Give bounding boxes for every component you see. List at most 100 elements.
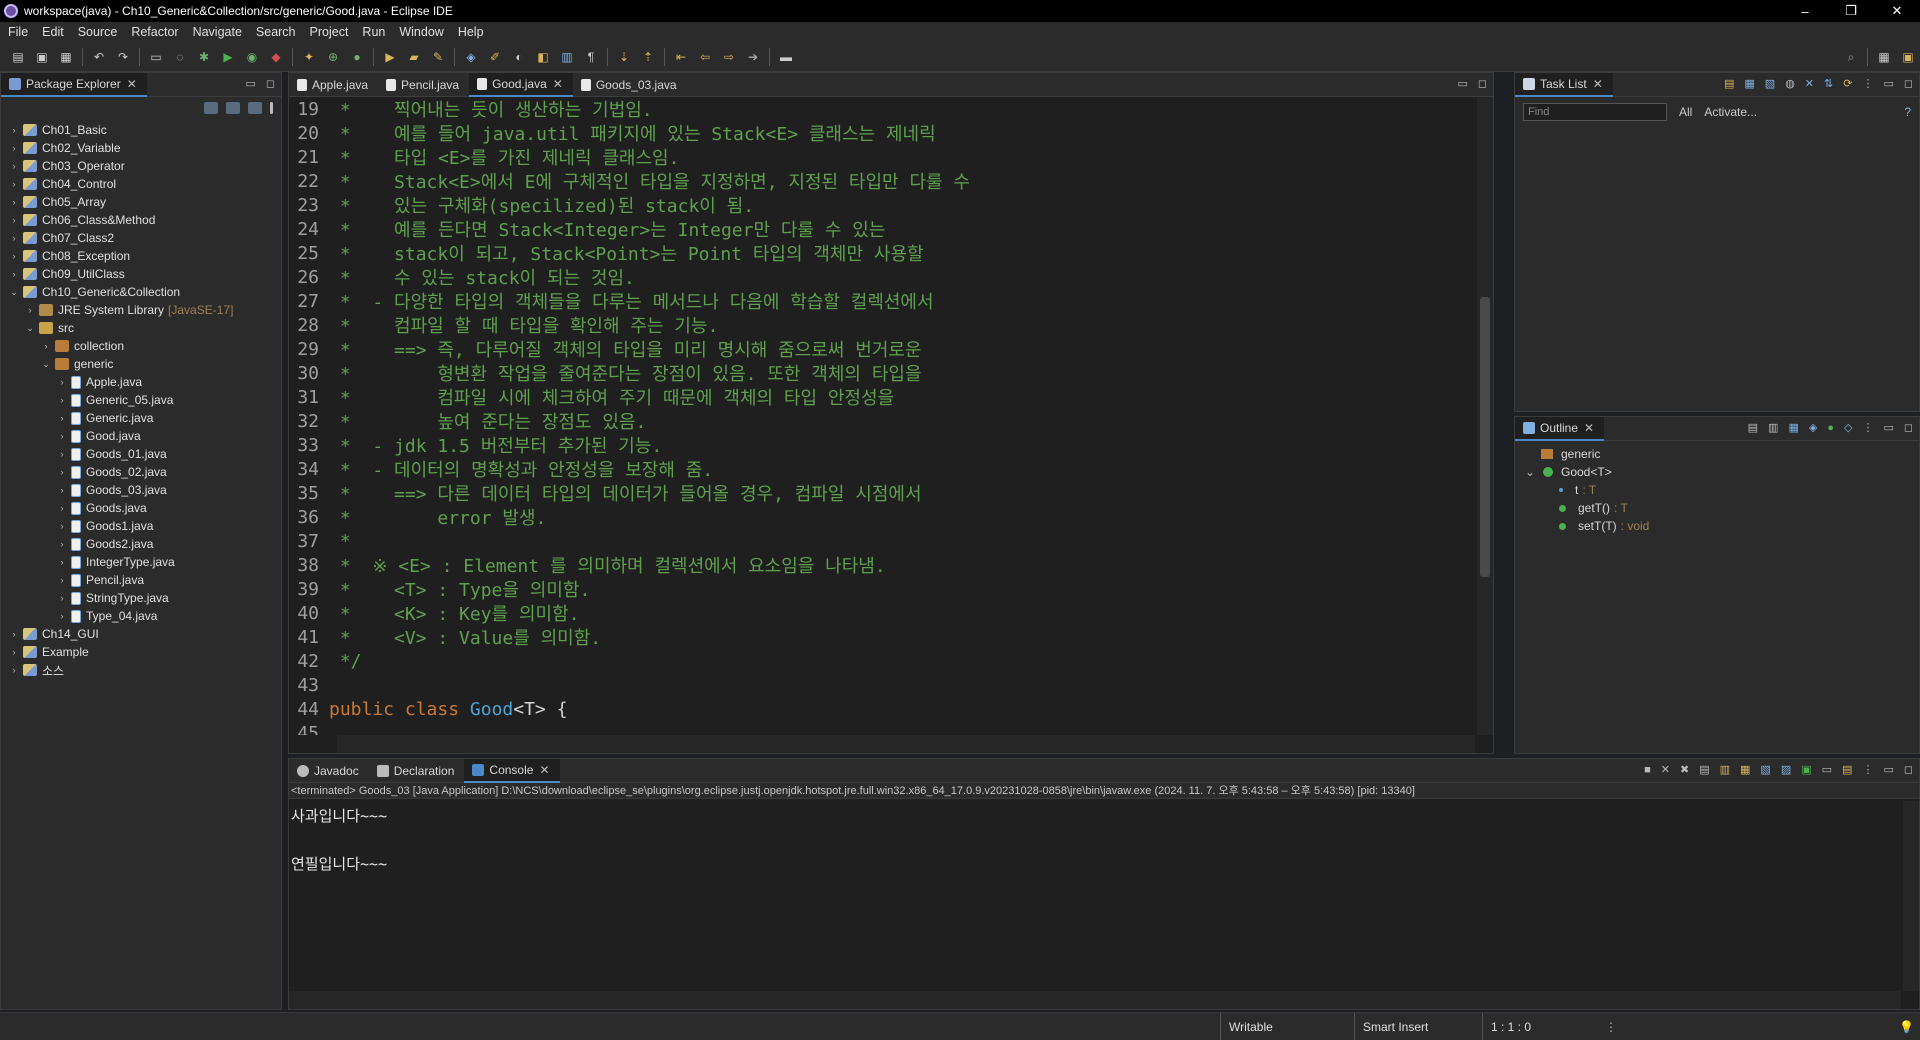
chevron-right-icon[interactable]: › [9,197,19,207]
new-package-icon[interactable]: ⊕ [325,49,341,65]
maximize-view-icon[interactable]: ◻ [1904,763,1913,776]
open-type-icon[interactable]: ▶ [382,49,398,65]
minimize-view-icon[interactable]: ▭ [1883,421,1893,434]
all-link[interactable]: All [1679,105,1692,119]
insert-mode-status[interactable]: Smart Insert [1354,1013,1428,1040]
debug-icon[interactable]: ✱ [196,49,212,65]
tree-item[interactable]: › Type_04.java [1,607,281,625]
external-tools-icon[interactable]: ◆ [268,49,284,65]
hide-static-icon[interactable]: ◈ [1809,421,1817,434]
tip-icon[interactable]: 💡 [1899,1013,1914,1040]
word-wrap-icon[interactable]: ▥ [1720,763,1730,776]
pin-console-icon[interactable]: ▧ [1760,763,1770,776]
maximize-view-icon[interactable]: ◻ [1478,77,1487,90]
run-icon[interactable]: ▶ [220,49,236,65]
tree-item[interactable]: › Example [1,643,281,661]
java-perspective-icon[interactable]: ▣ [1900,49,1916,65]
open-perspective-icon[interactable]: ▦ [1876,49,1892,65]
terminal-icon[interactable]: ▭ [148,49,164,65]
chevron-right-icon[interactable]: › [9,251,19,261]
outline-item[interactable]: getT(): T [1515,499,1919,517]
chevron-right-icon[interactable]: › [9,161,19,171]
save-all-icon[interactable]: ▦ [58,49,74,65]
focus-icon[interactable]: ⇅ [1824,77,1833,90]
task-find-input[interactable]: Find [1523,103,1667,121]
minimize-view-icon[interactable]: ▭ [245,77,255,90]
back-icon[interactable]: ⇦ [697,49,713,65]
menu-item-run[interactable]: Run [358,25,395,39]
tree-item[interactable]: › StringType.java [1,589,281,607]
code-area[interactable]: 19 * 찍어내는 듯이 생산하는 기법임. 20 * 예를 들어 java.ut… [289,97,1475,736]
status-menu-icon[interactable]: ⋮ [1605,1013,1617,1040]
save-icon[interactable]: ▣ [34,49,50,65]
tree-item[interactable]: › Generic.java [1,409,281,427]
tree-item[interactable]: › Ch03_Operator [1,157,281,175]
menu-item-edit[interactable]: Edit [38,25,74,39]
menu-item-help[interactable]: Help [454,25,494,39]
view-menu-icon[interactable] [270,102,273,114]
outline-item[interactable]: generic [1515,445,1919,463]
prev-annotation-icon[interactable]: ⇡ [640,49,656,65]
sort-icon[interactable]: ▥ [1768,421,1778,434]
chevron-right-icon[interactable]: › [57,485,67,495]
chevron-right-icon[interactable]: › [9,179,19,189]
tree-item[interactable]: › Goods1.java [1,517,281,535]
tree-item[interactable]: › collection [1,337,281,355]
close-icon[interactable]: ✕ [127,77,137,91]
annotation-icon[interactable]: ◈ [463,49,479,65]
word-wrap-icon[interactable]: ▥ [559,49,575,65]
chevron-down-icon[interactable]: ⌄ [41,359,51,370]
chevron-right-icon[interactable]: › [57,575,67,585]
close-icon[interactable]: ✕ [1584,421,1594,435]
search-icon[interactable]: ⌕ [1843,49,1859,65]
filter-icon[interactable]: ◍ [1785,77,1795,90]
toggle-mark-icon[interactable]: ◐ [511,49,527,65]
restore-button[interactable]: ❐ [1828,0,1874,22]
tree-item[interactable]: ⌄ generic [1,355,281,373]
chevron-right-icon[interactable]: › [41,341,51,351]
minimize-view-icon[interactable]: ▭ [1883,77,1893,90]
view-menu-icon[interactable]: ⋮ [1862,421,1873,434]
view-menu-icon[interactable]: ⋮ [1862,77,1873,90]
view-menu-icon[interactable]: ⋮ [1862,763,1873,776]
skip-breakpoints-icon[interactable]: ◌ [172,49,188,65]
new-java-project-icon[interactable]: ✦ [301,49,317,65]
chevron-right-icon[interactable]: › [57,503,67,513]
menu-item-window[interactable]: Window [395,25,453,39]
chevron-right-icon[interactable]: › [57,521,67,531]
chevron-right-icon[interactable]: › [57,413,67,423]
chevron-right-icon[interactable]: › [9,143,19,153]
horizontal-scrollbar[interactable] [289,991,1901,1009]
chevron-down-icon[interactable]: ⌄ [1525,465,1537,479]
link-with-editor-icon[interactable] [226,102,240,114]
chevron-right-icon[interactable]: › [9,233,19,243]
tree-item[interactable]: › Ch14_GUI [1,625,281,643]
highlight-icon[interactable]: ✐ [487,49,503,65]
show-on-output-icon[interactable]: ▦ [1740,763,1750,776]
editor-tab[interactable]: Apple.java [289,73,378,97]
new-console-icon[interactable]: ▭ [1822,763,1832,776]
filter-icon[interactable] [248,102,262,114]
minimize-button[interactable]: – [1782,0,1828,22]
tree-item[interactable]: › Ch09_UtilClass [1,265,281,283]
maximize-view-icon[interactable]: ◻ [1904,421,1913,434]
terminate-icon[interactable]: ■ [1644,764,1651,776]
tree-item[interactable]: › 소스 [1,661,281,679]
vertical-scrollbar[interactable] [1477,97,1493,735]
chevron-right-icon[interactable]: › [57,539,67,549]
undo-icon[interactable]: ↶ [91,49,107,65]
console-output[interactable]: 사과입니다~~~ 연필입니다~~~ [289,799,1919,883]
tree-item[interactable]: › Pencil.java [1,571,281,589]
minimize-view-icon[interactable]: ▭ [1883,763,1893,776]
categorized-icon[interactable]: ▦ [1744,77,1754,90]
chevron-right-icon[interactable]: › [9,125,19,135]
menu-item-source[interactable]: Source [74,25,128,39]
outline-item[interactable]: ⌄ Good<T> [1515,463,1919,481]
scroll-lock-icon[interactable]: ▤ [1699,763,1709,776]
chevron-right-icon[interactable]: › [9,269,19,279]
tree-item[interactable]: › Goods_02.java [1,463,281,481]
chevron-right-icon[interactable]: › [57,395,67,405]
collapse-icon[interactable]: ✕ [1805,77,1814,90]
tree-item[interactable]: › Ch04_Control [1,175,281,193]
editor-tab[interactable]: Pencil.java [378,73,469,97]
